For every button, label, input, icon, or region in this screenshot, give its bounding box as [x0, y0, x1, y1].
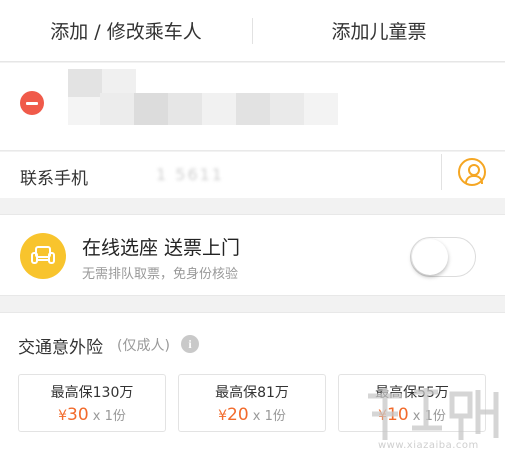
online-seat-selection-row: 在线选座 送票上门 无需排队取票，免身份核验 [0, 214, 505, 296]
plan-price: 30 [67, 405, 89, 425]
info-icon[interactable]: i [181, 335, 199, 353]
passenger-tabs: 添加 / 修改乘车人 添加儿童票 [0, 0, 505, 62]
person-icon[interactable] [458, 158, 486, 186]
pixelated-passenger-id [100, 93, 338, 125]
insurance-note: (仅成人) [117, 338, 170, 354]
minus-circle-icon[interactable] [20, 91, 44, 115]
insurance-title: 交通意外险 [18, 338, 103, 358]
contact-label: 联系手机 [20, 169, 88, 189]
seat-service-title: 在线选座 送票上门 [82, 237, 241, 259]
contact-phone-value: 1 5611 [156, 165, 224, 184]
contact-divider [441, 154, 442, 190]
watermark-url: www.xiazaiba.com [378, 440, 479, 451]
add-child-ticket-tab[interactable]: 添加儿童票 [253, 17, 505, 44]
contact-phone-row[interactable]: 联系手机 1 5611 [0, 152, 505, 198]
plan-quantity: x 1份 [252, 409, 286, 424]
seat-service-subtitle: 无需排队取票，免身份核验 [82, 267, 239, 282]
currency-symbol: ¥ [218, 408, 228, 424]
plan-price-line: ¥20 x 1份 [179, 405, 325, 425]
plan-quantity: x 1份 [92, 409, 126, 424]
toggle-knob [412, 239, 448, 275]
seat-service-toggle[interactable] [410, 237, 476, 277]
plan-coverage: 最高保130万 [50, 385, 134, 401]
plan-price: 20 [227, 405, 249, 425]
sofa-icon [20, 233, 66, 279]
insurance-plan-option[interactable]: 最高保130万 ¥30 x 1份 [18, 374, 166, 432]
currency-symbol: ¥ [58, 408, 68, 424]
plan-price-line: ¥30 x 1份 [19, 405, 165, 425]
plan-coverage: 最高保81万 [215, 385, 289, 401]
insurance-plan-option[interactable]: 最高保81万 ¥20 x 1份 [178, 374, 326, 432]
passenger-row [0, 63, 505, 151]
edit-passenger-tab[interactable]: 添加 / 修改乘车人 [0, 17, 252, 44]
